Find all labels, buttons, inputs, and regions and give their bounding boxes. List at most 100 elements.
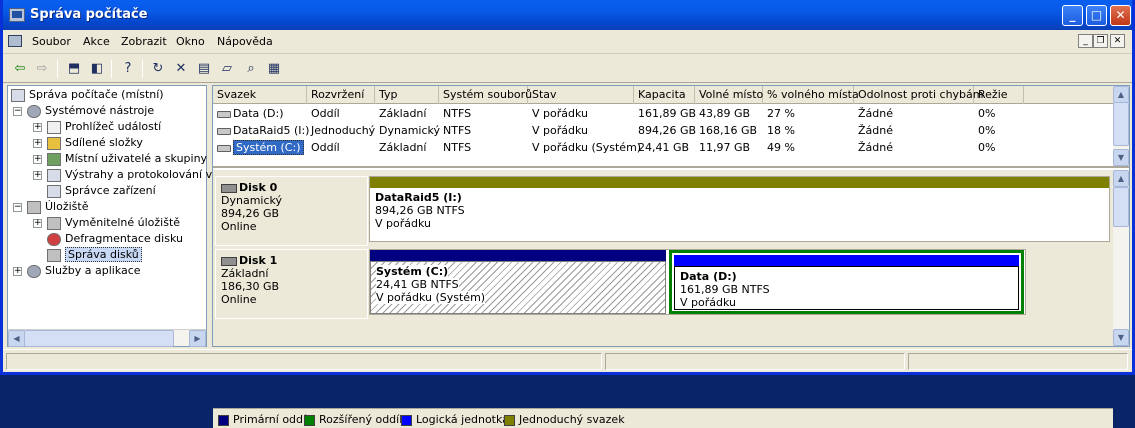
disk-type: Dynamický [221,194,282,207]
tree-horizontal-scrollbar[interactable]: ◀ ▶ [8,329,206,347]
disk-view-scrollbar[interactable]: ▲ ▼ [1113,170,1129,346]
tree-item-removable-storage[interactable]: + Vyměnitelné úložiště [33,215,180,231]
collapse-icon[interactable]: − [13,106,22,116]
legend: Primární oddíl Rozšířený oddíl Logická j… [213,408,1113,428]
extended-swatch [304,414,315,426]
properties-icon[interactable]: ▤ [195,60,213,78]
table-cell: NTFS [443,124,472,137]
scroll-down-icon[interactable]: ▼ [1113,149,1129,166]
system-menu-icon[interactable] [8,35,22,47]
tree-item-defragmenter[interactable]: Defragmentace disku [47,231,183,247]
menu-bar: Soubor Akce Zobrazit Okno Nápověda _ ❐ ✕ [3,30,1132,54]
partition-data-d[interactable]: Data (D:) 161,89 GB NTFS V pořádku [674,266,1019,310]
hard-disk-icon [221,183,237,193]
scroll-thumb[interactable] [24,330,174,347]
forward-arrow-icon[interactable]: ⇨ [33,60,51,78]
open-folder-icon[interactable]: ▱ [218,60,236,78]
disk-size: 186,30 GB [221,280,280,293]
menu-action[interactable]: Akce [83,35,110,48]
tree-item-storage[interactable]: − Úložiště [13,199,88,215]
column-filesystem[interactable]: Systém souborů [439,86,532,104]
table-cell: Oddíl [311,107,340,120]
menu-file[interactable]: Soubor [32,35,71,48]
export-icon[interactable]: ▦ [265,60,283,78]
scroll-up-icon[interactable]: ▲ [1113,86,1129,103]
refresh-icon[interactable]: ↻ [149,60,167,78]
back-arrow-icon[interactable]: ⇦ [11,60,29,78]
table-row[interactable]: Systém (C:) Oddíl Základní NTFS V pořádk… [213,139,1113,156]
table-row[interactable]: DataRaid5 (I:) Jednoduchý Dynamický NTFS… [213,122,1113,139]
partition-name: DataRaid5 (I:) [375,191,462,204]
expand-icon[interactable]: + [33,122,42,132]
device-manager-icon [47,184,61,198]
partition-name: Data (D:) [680,270,737,283]
menu-help[interactable]: Nápověda [217,35,273,48]
performance-logs-icon [47,168,61,182]
column-layout[interactable]: Rozvržení [307,86,375,104]
collapse-icon[interactable]: − [13,202,22,212]
mdi-restore-button[interactable]: ❐ [1093,34,1108,48]
expand-icon[interactable]: + [33,170,42,180]
table-cell: 894,26 GB [638,124,697,137]
disk-0-label[interactable]: Disk 0 Dynamický 894,26 GB Online [215,176,368,246]
tree-item-root[interactable]: Správa počítače (místní) [11,87,164,103]
tree-item-disk-management[interactable]: Správa disků [47,247,142,263]
table-row[interactable]: Data (D:) Oddíl Základní NTFS V pořádku … [213,105,1113,122]
tree-item-shared-folders[interactable]: + Sdílené složky [33,135,143,151]
column-type[interactable]: Typ [375,86,439,104]
table-cell: 11,97 GB [699,141,751,154]
volume-list-scrollbar[interactable]: ▲ ▼ [1113,86,1129,166]
expand-icon[interactable]: + [33,138,42,148]
partition-system-c[interactable]: Systém (C:) 24,41 GB NTFS V pořádku (Sys… [370,261,666,314]
tree-item-device-manager[interactable]: Správce zařízení [47,183,156,199]
scroll-left-icon[interactable]: ◀ [8,330,25,347]
tree-item-system-tools[interactable]: − Systémové nástroje [13,103,154,119]
legend-item: Primární oddíl [218,413,309,426]
tree-item-services-apps[interactable]: + Služby a aplikace [13,263,141,279]
scroll-up-icon[interactable]: ▲ [1113,170,1129,187]
scroll-right-icon[interactable]: ▶ [189,330,206,347]
disk-status: Online [221,293,257,306]
window-title: Správa počítače [30,7,148,22]
table-cell: 0% [978,124,996,137]
table-cell: 0% [978,141,996,154]
table-cell: DataRaid5 (I:) [233,124,310,137]
delete-icon[interactable]: ✕ [172,60,190,78]
title-bar[interactable]: Správa počítače _ □ ✕ [3,0,1132,30]
column-overhead[interactable]: Režie [974,86,1024,104]
minimize-button[interactable]: _ [1062,5,1083,26]
scroll-thumb[interactable] [1113,187,1129,227]
mdi-minimize-button[interactable]: _ [1078,34,1093,48]
maximize-button[interactable]: □ [1086,5,1107,26]
help-icon[interactable]: ? [119,60,137,78]
mdi-close-button[interactable]: ✕ [1110,34,1125,48]
search-icon[interactable]: ⌕ [242,60,260,78]
tree-item-alerts[interactable]: + Výstrahy a protokolování výk [33,167,225,183]
disk-management-icon [47,248,61,262]
disk-1-label[interactable]: Disk 1 Základní 186,30 GB Online [215,249,368,319]
partition-dataraid5[interactable]: DataRaid5 (I:) 894,26 GB NTFS V pořádku [370,188,1109,241]
show-hide-tree-icon[interactable]: ◧ [88,60,106,78]
column-percent-free[interactable]: % volného místa [763,86,859,104]
scroll-thumb[interactable] [1113,102,1129,146]
menu-window[interactable]: Okno [176,35,205,48]
tree-item-local-users[interactable]: + Místní uživatelé a skupiny [33,151,207,167]
status-bar [3,349,1132,372]
menu-view[interactable]: Zobrazit [121,35,167,48]
column-capacity[interactable]: Kapacita [634,86,695,104]
close-button[interactable]: ✕ [1110,5,1131,26]
column-volume[interactable]: Svazek [213,86,307,104]
column-free-space[interactable]: Volné místo [695,86,763,104]
legend-item: Jednoduchý svazek [504,413,625,426]
users-icon [47,152,61,166]
expand-icon[interactable]: + [13,266,22,276]
status-panel [908,353,1128,370]
column-status[interactable]: Stav [528,86,634,104]
expand-icon[interactable]: + [33,218,42,228]
expand-icon[interactable]: + [33,154,42,164]
column-fault-tolerance[interactable]: Odolnost proti chybám [854,86,984,104]
scroll-down-icon[interactable]: ▼ [1113,329,1129,346]
up-folder-icon[interactable]: ⬒ [65,60,83,78]
tree-item-event-viewer[interactable]: + Prohlížeč událostí [33,119,161,135]
table-cell: 49 % [767,141,795,154]
